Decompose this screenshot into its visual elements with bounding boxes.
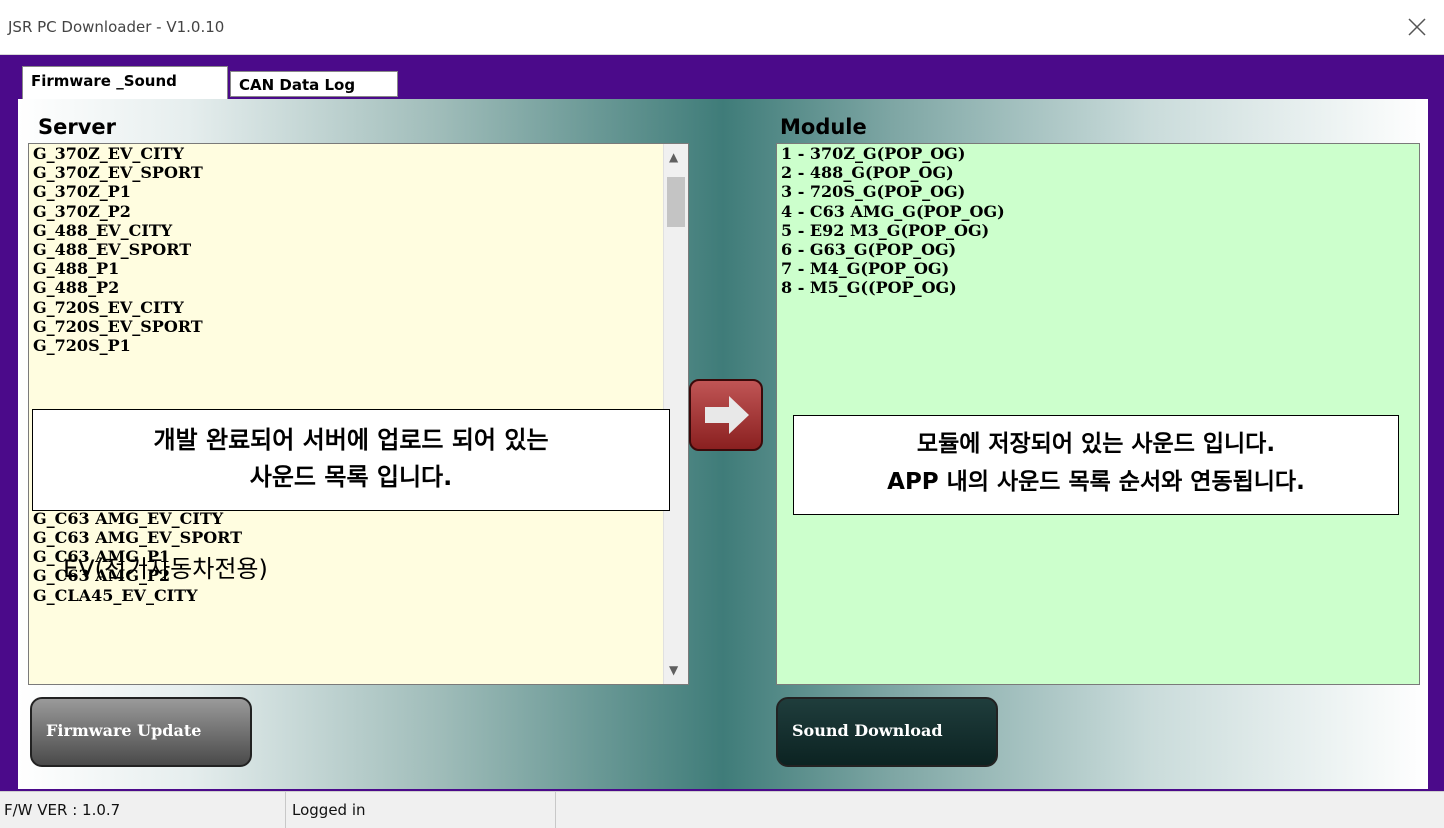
list-item[interactable]: 5 - E92 M3_G(POP_OG)	[777, 221, 1419, 240]
list-item[interactable]: G_370Z_P2	[29, 202, 688, 221]
right-arrow-icon	[705, 396, 749, 434]
list-item[interactable]: 7 - M4_G(POP_OG)	[777, 259, 1419, 278]
list-item[interactable]	[29, 355, 688, 374]
module-callout: 모듈에 저장되어 있는 사운드 입니다. APP 내의 사운드 목록 순서와 연…	[793, 415, 1399, 515]
module-heading: Module	[780, 115, 867, 139]
list-item[interactable]: G_720S_EV_CITY	[29, 298, 688, 317]
list-item[interactable]: 2 - 488_G(POP_OG)	[777, 163, 1419, 182]
list-item[interactable]	[29, 374, 688, 393]
close-icon[interactable]	[1404, 14, 1430, 40]
window-title: JSR PC Downloader - V1.0.10	[8, 18, 225, 36]
list-item[interactable]: G_720S_EV_SPORT	[29, 317, 688, 336]
status-bar: F/W VER : 1.0.7 Logged in	[0, 791, 1444, 828]
scroll-down-icon[interactable]: ▼	[669, 661, 678, 680]
list-item[interactable]: G_370Z_EV_CITY	[29, 144, 688, 163]
server-heading: Server	[38, 115, 117, 139]
server-callout-line1: 개발 완료되어 서버에 업로드 되어 있는	[153, 426, 549, 454]
login-status: Logged in	[286, 792, 556, 828]
firmware-sound-panel: Server Module G_370Z_EV_CITY G_370Z_EV_SP…	[18, 99, 1428, 789]
list-item[interactable]: G_488_EV_SPORT	[29, 240, 688, 259]
tab-can-data-log[interactable]: CAN Data Log	[230, 71, 398, 97]
server-callout-line2: 사운드 목록 입니다.	[249, 463, 453, 491]
server-callout: 개발 완료되어 서버에 업로드 되어 있는 사운드 목록 입니다.	[32, 409, 670, 511]
list-item[interactable]: 6 - G63_G(POP_OG)	[777, 240, 1419, 259]
list-item[interactable]: 8 - M5_G((POP_OG)	[777, 278, 1419, 297]
list-item[interactable]: G_CLA45_EV_CITY	[29, 586, 688, 605]
list-item[interactable]: 3 - 720S_G(POP_OG)	[777, 182, 1419, 201]
title-bar: JSR PC Downloader - V1.0.10	[0, 0, 1444, 55]
module-callout-line2: APP 내의 사운드 목록 순서와 연동됩니다.	[887, 469, 1305, 495]
list-item[interactable]: G_370Z_P1	[29, 182, 688, 201]
list-item[interactable]: 1 - 370Z_G(POP_OG)	[777, 144, 1419, 163]
list-item[interactable]: G_488_EV_CITY	[29, 221, 688, 240]
fw-version-status: F/W VER : 1.0.7	[0, 792, 286, 828]
module-sound-list[interactable]: 1 - 370Z_G(POP_OG) 2 - 488_G(POP_OG) 3 - 7…	[776, 143, 1420, 685]
list-item[interactable]: G_488_P1	[29, 259, 688, 278]
ev-note: EV(전기자동차전용)	[63, 555, 268, 583]
module-callout-line1: 모듈에 저장되어 있는 사운드 입니다.	[916, 431, 1276, 457]
main-frame: Firmware _Sound CAN Data Log Server Modu…	[0, 55, 1444, 791]
list-item[interactable]: G_C63 AMG_EV_CITY	[29, 509, 688, 528]
list-item[interactable]: G_370Z_EV_SPORT	[29, 163, 688, 182]
scroll-thumb[interactable]	[667, 177, 685, 227]
list-item[interactable]: G_720S_P1	[29, 336, 688, 355]
list-item[interactable]: G_488_P2	[29, 278, 688, 297]
sound-download-button[interactable]: Sound Download	[776, 697, 998, 767]
list-item[interactable]: 4 - C63 AMG_G(POP_OG)	[777, 202, 1419, 221]
firmware-update-button[interactable]: Firmware Update	[30, 697, 252, 767]
scroll-up-icon[interactable]: ▲	[669, 148, 678, 167]
transfer-button[interactable]	[689, 379, 763, 451]
tab-firmware-sound[interactable]: Firmware _Sound	[22, 66, 228, 99]
list-item[interactable]: G_C63 AMG_EV_SPORT	[29, 528, 688, 547]
